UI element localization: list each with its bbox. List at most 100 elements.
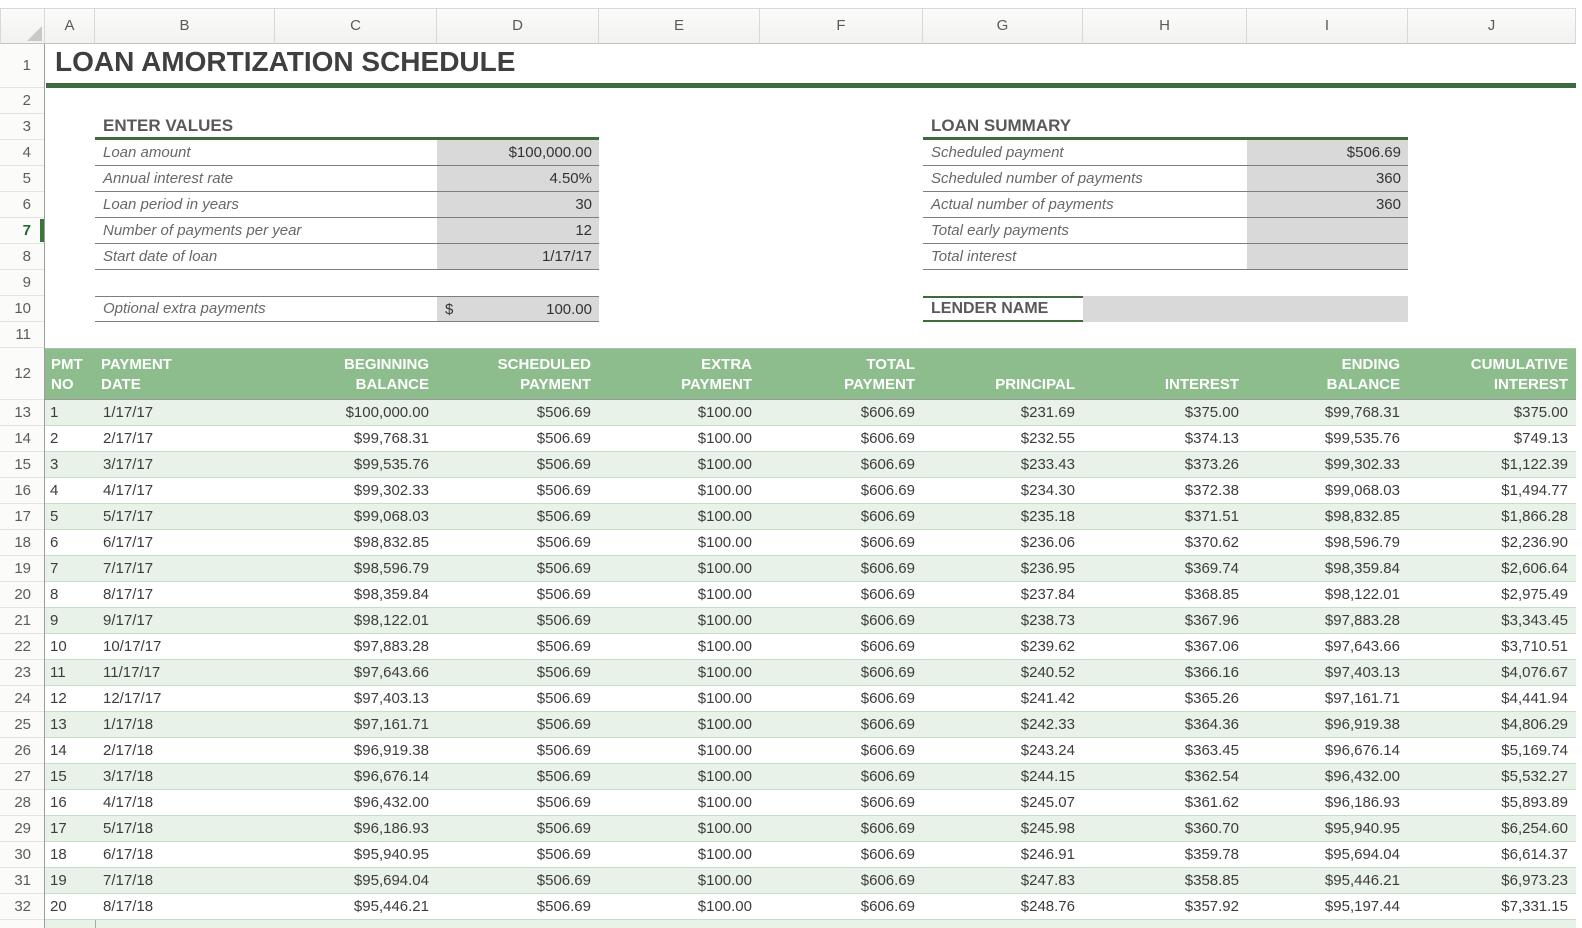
- cell-e25[interactable]: $100.00: [599, 712, 760, 737]
- cell-b23[interactable]: 11/17/17: [95, 660, 275, 685]
- cell-c31[interactable]: $95,694.04: [275, 868, 437, 893]
- cell-h17[interactable]: $371.51: [1083, 504, 1247, 529]
- cell-i26[interactable]: $96,676.14: [1247, 738, 1408, 763]
- cell-i21[interactable]: $97,883.28: [1247, 608, 1408, 633]
- cell-g28[interactable]: $245.07: [923, 790, 1083, 815]
- cell-e17[interactable]: $100.00: [599, 504, 760, 529]
- cell-e32[interactable]: $100.00: [599, 894, 760, 919]
- cell-j23[interactable]: $4,076.67: [1408, 660, 1576, 685]
- cell-b24[interactable]: 12/17/17: [95, 686, 275, 711]
- cell-h31[interactable]: $358.85: [1083, 868, 1247, 893]
- table-header-b[interactable]: PAYMENT DATE: [95, 348, 275, 399]
- cell-j31[interactable]: $6,973.23: [1408, 868, 1576, 893]
- cell-e15[interactable]: $100.00: [599, 452, 760, 477]
- cell-g29[interactable]: $245.98: [923, 816, 1083, 841]
- cell-g27[interactable]: $244.15: [923, 764, 1083, 789]
- cell-f14[interactable]: $606.69: [760, 426, 923, 451]
- cell-e24[interactable]: $100.00: [599, 686, 760, 711]
- cell-h27[interactable]: $362.54: [1083, 764, 1247, 789]
- cell-g20[interactable]: $237.84: [923, 582, 1083, 607]
- cell-i22[interactable]: $97,643.66: [1247, 634, 1408, 659]
- cell-a21[interactable]: 9: [45, 608, 95, 633]
- cell-i28[interactable]: $96,186.93: [1247, 790, 1408, 815]
- cell-h28[interactable]: $361.62: [1083, 790, 1247, 815]
- cell-j26[interactable]: $5,169.74: [1408, 738, 1576, 763]
- cell-d19[interactable]: $506.69: [437, 556, 599, 581]
- cell-b21[interactable]: 9/17/17: [95, 608, 275, 633]
- cell-e29[interactable]: $100.00: [599, 816, 760, 841]
- cell-a22[interactable]: 10: [45, 634, 95, 659]
- cell-b27[interactable]: 3/17/18: [95, 764, 275, 789]
- cell-i20[interactable]: $98,122.01: [1247, 582, 1408, 607]
- cell-e21[interactable]: $100.00: [599, 608, 760, 633]
- cell-i15[interactable]: $99,302.33: [1247, 452, 1408, 477]
- cell-d8-value[interactable]: 1/17/17: [437, 244, 599, 270]
- table-header-e[interactable]: EXTRA PAYMENT: [599, 348, 760, 399]
- cell-e16[interactable]: $100.00: [599, 478, 760, 503]
- cell-g24[interactable]: $241.42: [923, 686, 1083, 711]
- cell-c21[interactable]: $98,122.01: [275, 608, 437, 633]
- cell-c13[interactable]: $100,000.00: [275, 400, 437, 425]
- cell-c22[interactable]: $97,883.28: [275, 634, 437, 659]
- table-header-h[interactable]: INTEREST: [1083, 348, 1247, 399]
- cell-j27[interactable]: $5,532.27: [1408, 764, 1576, 789]
- cell-d14[interactable]: $506.69: [437, 426, 599, 451]
- cell-b31[interactable]: 7/17/18: [95, 868, 275, 893]
- cell-h32[interactable]: $357.92: [1083, 894, 1247, 919]
- cell-g30[interactable]: $246.91: [923, 842, 1083, 867]
- cell-g32[interactable]: $248.76: [923, 894, 1083, 919]
- cell-j19[interactable]: $2,606.64: [1408, 556, 1576, 581]
- cell-h25[interactable]: $364.36: [1083, 712, 1247, 737]
- cell-j14[interactable]: $749.13: [1408, 426, 1576, 451]
- cell-b6-label[interactable]: Loan period in years: [95, 192, 437, 218]
- cell-d24[interactable]: $506.69: [437, 686, 599, 711]
- cell-d18[interactable]: $506.69: [437, 530, 599, 555]
- cell-h26[interactable]: $363.45: [1083, 738, 1247, 763]
- cell-f30[interactable]: $606.69: [760, 842, 923, 867]
- cell-a20[interactable]: 8: [45, 582, 95, 607]
- cell-c20[interactable]: $98,359.84: [275, 582, 437, 607]
- cell-c32[interactable]: $95,446.21: [275, 894, 437, 919]
- table-header-j[interactable]: CUMULATIVE INTEREST: [1408, 348, 1576, 399]
- table-header-i[interactable]: ENDING BALANCE: [1247, 348, 1408, 399]
- lender-name-heading[interactable]: LENDER NAME: [923, 296, 1083, 322]
- cell-j16[interactable]: $1,494.77: [1408, 478, 1576, 503]
- cell-i14[interactable]: $99,535.76: [1247, 426, 1408, 451]
- cell-h14[interactable]: $374.13: [1083, 426, 1247, 451]
- cell-i18[interactable]: $98,596.79: [1247, 530, 1408, 555]
- cell-g25[interactable]: $242.33: [923, 712, 1083, 737]
- cell-a32[interactable]: 20: [45, 894, 95, 919]
- cell-g7-label[interactable]: Total early payments: [923, 218, 1247, 244]
- cell-c19[interactable]: $98,596.79: [275, 556, 437, 581]
- cell-d25[interactable]: $506.69: [437, 712, 599, 737]
- cell-g17[interactable]: $235.18: [923, 504, 1083, 529]
- cell-d7-value[interactable]: 12: [437, 218, 599, 244]
- cell-b26[interactable]: 2/17/18: [95, 738, 275, 763]
- cell-a16[interactable]: 4: [45, 478, 95, 503]
- cell-e28[interactable]: $100.00: [599, 790, 760, 815]
- cell-e18[interactable]: $100.00: [599, 530, 760, 555]
- cell-j30[interactable]: $6,614.37: [1408, 842, 1576, 867]
- cell-e26[interactable]: $100.00: [599, 738, 760, 763]
- cell-j17[interactable]: $1,866.28: [1408, 504, 1576, 529]
- cell-f15[interactable]: $606.69: [760, 452, 923, 477]
- cell-f28[interactable]: $606.69: [760, 790, 923, 815]
- cell-e30[interactable]: $100.00: [599, 842, 760, 867]
- cell-f20[interactable]: $606.69: [760, 582, 923, 607]
- cell-a27[interactable]: 15: [45, 764, 95, 789]
- cell-i23[interactable]: $97,403.13: [1247, 660, 1408, 685]
- cell-a28[interactable]: 16: [45, 790, 95, 815]
- cell-c16[interactable]: $99,302.33: [275, 478, 437, 503]
- cell-j32[interactable]: $7,331.15: [1408, 894, 1576, 919]
- cell-c15[interactable]: $99,535.76: [275, 452, 437, 477]
- cell-c28[interactable]: $96,432.00: [275, 790, 437, 815]
- cell-d22[interactable]: $506.69: [437, 634, 599, 659]
- cell-f29[interactable]: $606.69: [760, 816, 923, 841]
- cell-b7-label[interactable]: Number of payments per year: [95, 218, 437, 244]
- cell-f31[interactable]: $606.69: [760, 868, 923, 893]
- cell-g4-label[interactable]: Scheduled payment: [923, 140, 1247, 166]
- cell-h21[interactable]: $367.96: [1083, 608, 1247, 633]
- cell-c18[interactable]: $98,832.85: [275, 530, 437, 555]
- cell-f18[interactable]: $606.69: [760, 530, 923, 555]
- enter-values-heading[interactable]: ENTER VALUES: [95, 114, 599, 140]
